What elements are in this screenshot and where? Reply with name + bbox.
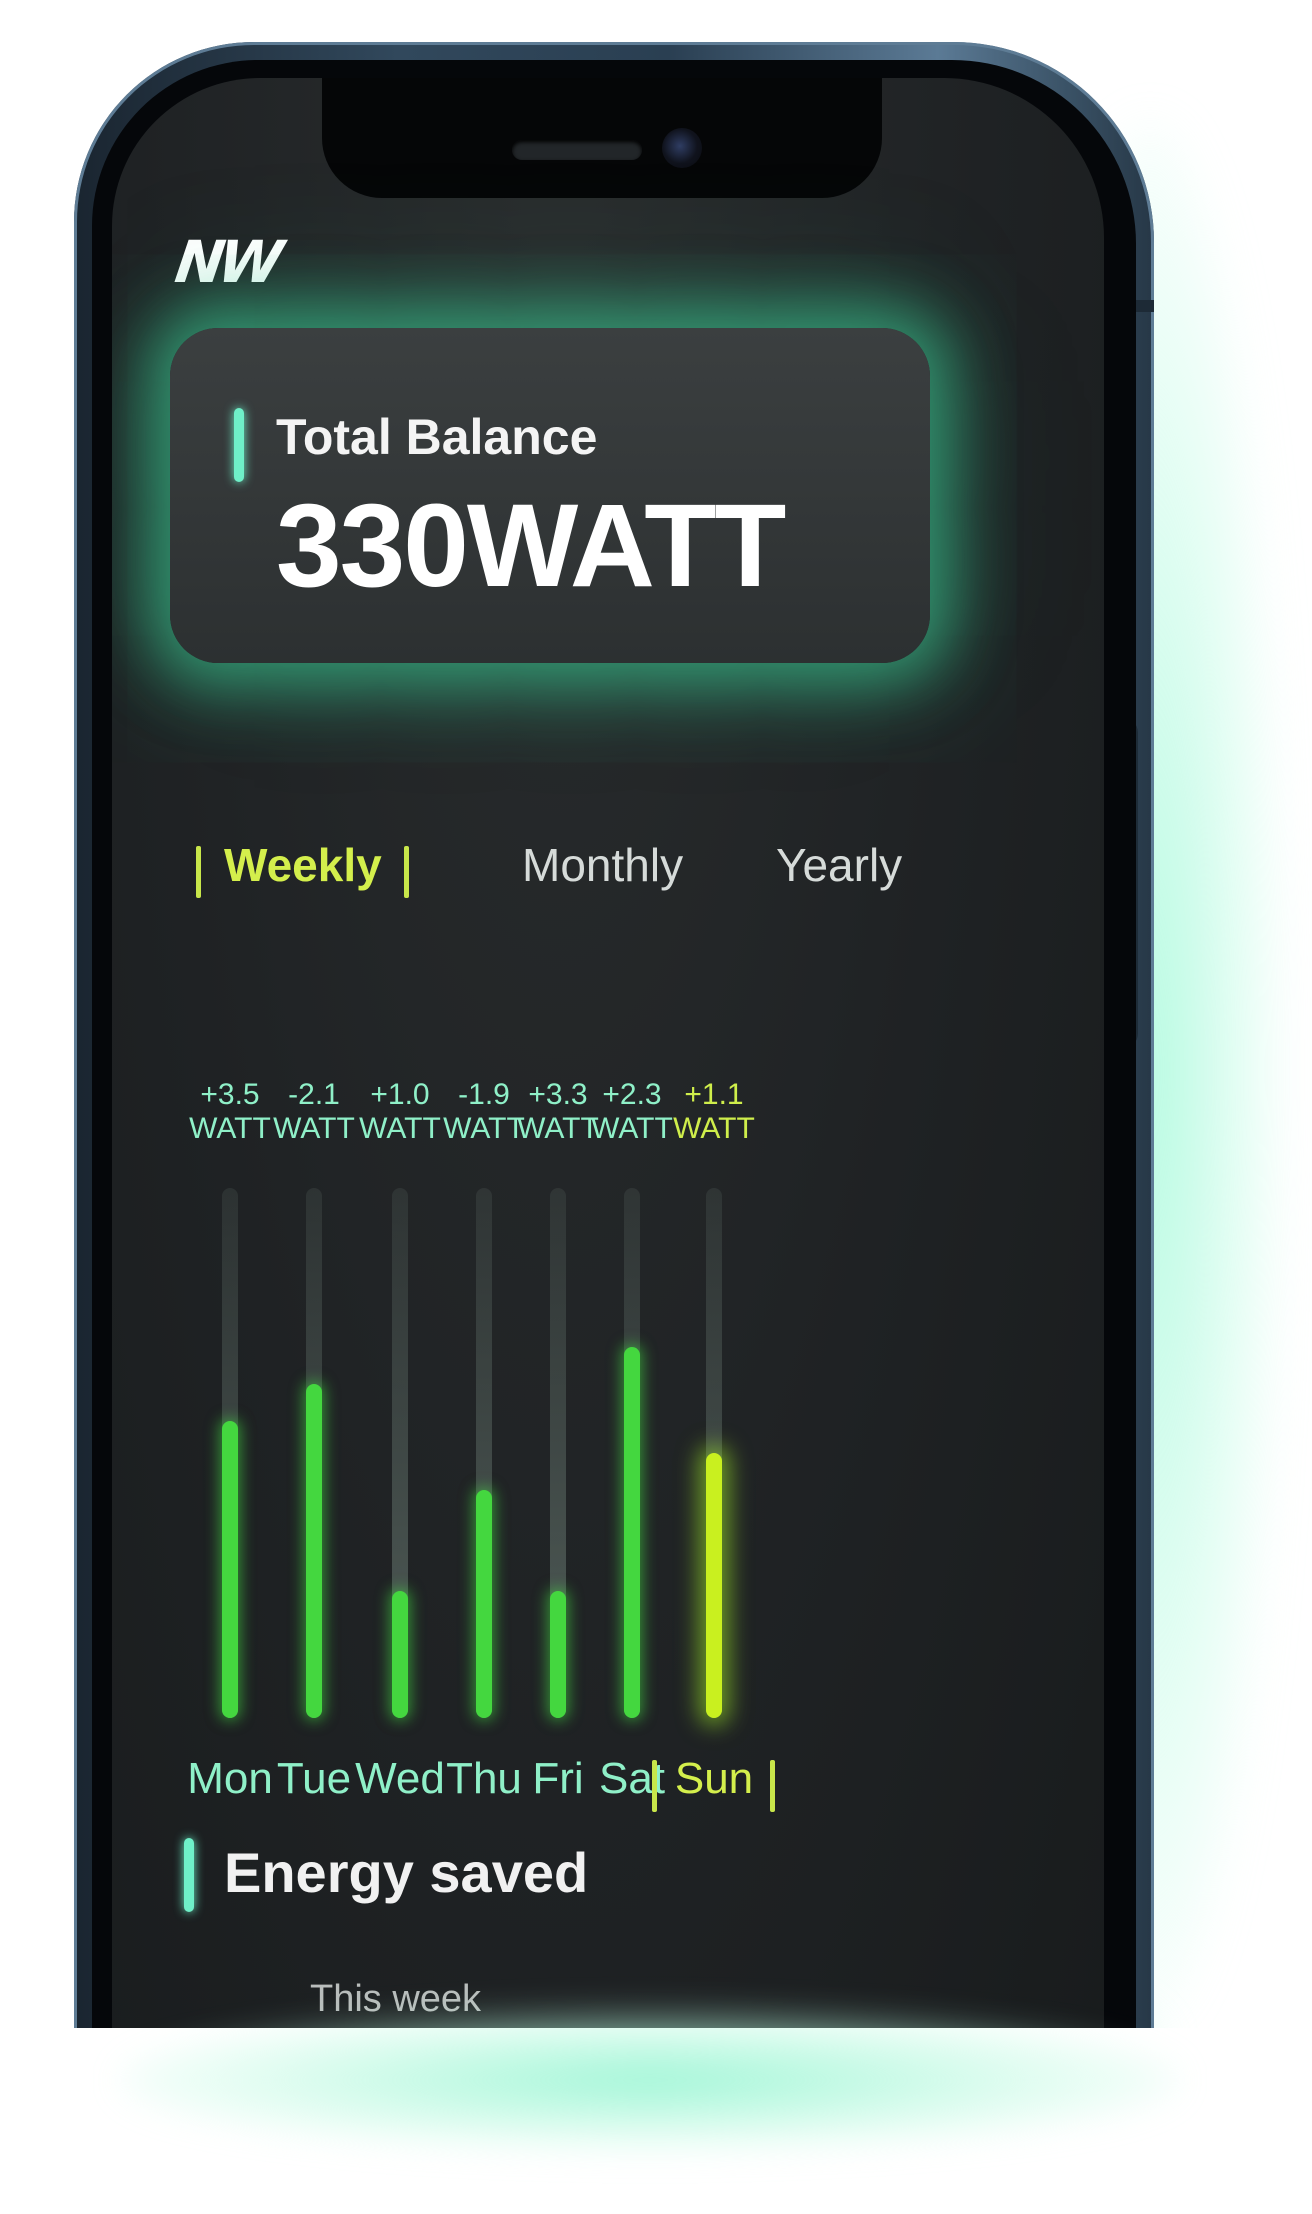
bar-fri[interactable] (550, 1591, 566, 1718)
period-tabs: Weekly Monthly Yearly (182, 838, 1042, 918)
bar-thu[interactable] (476, 1490, 492, 1718)
tab-yearly[interactable]: Yearly (776, 838, 902, 892)
weekly-energy-chart: +3.5 WATT Mon -2.1 WATT Tue +1.0 WATT Wed -1.9… (112, 1078, 1104, 1878)
stage: NW Total Balance 330WATT Weekly Monthly … (0, 0, 1312, 2214)
energy-saved-title: Energy saved (224, 1841, 589, 1904)
total-balance-card[interactable]: Total Balance 330WATT (170, 328, 930, 663)
bar-sat[interactable] (624, 1347, 640, 1718)
bar-wed[interactable] (392, 1591, 408, 1718)
bar-mon[interactable] (222, 1421, 238, 1718)
phone-screen: NW Total Balance 330WATT Weekly Monthly … (112, 78, 1104, 2214)
day-active-marker-right (770, 1760, 775, 1812)
balance-label: Total Balance (276, 409, 598, 465)
energy-accent-bar (184, 1838, 194, 1912)
app-logo[interactable]: NW (171, 228, 281, 296)
balance-accent-bar (234, 408, 244, 482)
balance-value: 330WATT (276, 480, 786, 612)
notch (322, 78, 882, 198)
bottom-glow (120, 2010, 1180, 2150)
tab-active-marker-left (196, 846, 201, 898)
bar-sun[interactable] (706, 1453, 722, 1718)
day-active-marker-left (652, 1760, 657, 1812)
tab-weekly[interactable]: Weekly (224, 838, 382, 892)
bar-value-label-sun: +1.1 WATT (673, 1078, 755, 1145)
bar-tue[interactable] (306, 1384, 322, 1718)
camera-icon (662, 128, 702, 168)
day-label-sun[interactable]: Sun (659, 1754, 769, 1804)
tab-active-marker-right (404, 846, 409, 898)
speaker-grille (512, 140, 642, 160)
tab-monthly[interactable]: Monthly (522, 838, 683, 892)
